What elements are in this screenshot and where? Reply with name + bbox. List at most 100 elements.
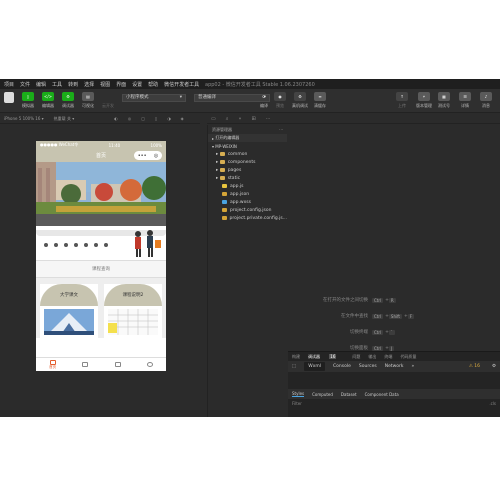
tree-item-pages[interactable]: ▸ pages — [216, 166, 287, 174]
tab-component-data[interactable]: Component Data — [365, 392, 399, 397]
tree-item-common[interactable]: ▸ common — [216, 150, 287, 158]
menu-devtools[interactable]: 微信开发者工具 — [164, 81, 199, 88]
menu-file[interactable]: 文件 — [20, 81, 30, 88]
debugger-label: 调试器 — [62, 103, 74, 108]
menu-goto[interactable]: 转到 — [68, 81, 78, 88]
tab-courses[interactable] — [82, 362, 89, 367]
indicator-dot[interactable] — [94, 243, 98, 247]
indicator-dot[interactable] — [54, 243, 58, 247]
tab-wxml[interactable]: Wxml — [304, 362, 326, 371]
tree-item-app-js[interactable]: app.js — [216, 182, 287, 190]
warning-badge[interactable]: ⚠ 16 — [469, 364, 488, 369]
project-root[interactable]: ▾ MP-WEIXIN — [208, 142, 287, 150]
tab-profile[interactable] — [146, 362, 153, 367]
editor-button[interactable]: </> 编辑器 — [42, 92, 54, 109]
tab-terminal[interactable]: 终端 — [384, 354, 392, 360]
compile-button[interactable]: ⟳ 编译 — [258, 92, 270, 109]
device-select[interactable]: iPhone 5 100% 16 ▾ — [4, 116, 44, 121]
message-button[interactable]: ♪ 消息 — [480, 92, 492, 109]
more-icon[interactable]: ⋯ — [279, 127, 283, 132]
sim-tool-icons[interactable]: ◐◎▢▯◑◈ — [114, 116, 194, 121]
tree-item-label: project.private.config.js... — [229, 215, 287, 221]
filter-input[interactable]: Filter — [292, 401, 302, 406]
tab-styles[interactable]: Styles — [292, 391, 305, 397]
indicator-dot[interactable] — [104, 243, 108, 247]
book-icon — [82, 362, 89, 367]
tab-dataset[interactable]: Dataset — [341, 392, 357, 397]
upload-button[interactable]: ↑ 上传 — [396, 92, 408, 109]
preview-button[interactable]: ◉ 预览 — [274, 92, 286, 109]
course-card-2[interactable]: 课程说明2 — [104, 284, 162, 338]
mode-select[interactable]: 小程序模式 ▾ — [122, 94, 186, 102]
tab-messages[interactable] — [114, 362, 121, 367]
shortcut-key: ` — [388, 329, 395, 335]
details-button[interactable]: ☰ 详情 — [459, 92, 471, 109]
debugger-button[interactable]: ⚙ 调试器 — [62, 92, 74, 109]
menu-view[interactable]: 视图 — [100, 81, 110, 88]
more-tabs-icon[interactable]: » — [412, 364, 415, 369]
simulator-button[interactable]: ▯ 模拟器 — [22, 92, 34, 109]
capsule-button[interactable]: ••• ◎ — [134, 151, 162, 160]
devtools-top-tabs: 构建 调试器 16 问题 输出 终端 代码质量 — [288, 352, 500, 361]
indicator-dot[interactable] — [84, 243, 88, 247]
tab-sources[interactable]: Sources — [359, 364, 377, 369]
tab-code-quality[interactable]: 代码质量 — [400, 354, 416, 360]
indicator-dot[interactable] — [44, 243, 48, 247]
mode-select-value: 小程序模式 — [126, 95, 149, 100]
tree-item-project-config[interactable]: project.config.json — [216, 206, 287, 214]
chat-icon — [114, 362, 121, 367]
campus-banner-image[interactable] — [36, 162, 166, 226]
menu-interface[interactable]: 界面 — [116, 81, 126, 88]
tab-network[interactable]: Network — [385, 364, 404, 369]
editor-label: 编辑器 — [42, 103, 54, 108]
more-icon[interactable]: ••• — [138, 153, 147, 159]
open-editors-group[interactable]: ▸ 打开的编辑器 — [208, 134, 287, 142]
menu-help[interactable]: 帮助 — [148, 81, 158, 88]
indicator-dot[interactable] — [64, 243, 68, 247]
tree-item-project-private-config[interactable]: project.private.config.js... — [216, 214, 287, 222]
menu-tools[interactable]: 工具 — [52, 81, 62, 88]
gear-icon[interactable]: ⚙ — [492, 364, 496, 369]
visual-button[interactable]: ▤ 可视化 — [82, 92, 94, 109]
real-debug-button[interactable]: ⚙ 真机调试 — [292, 92, 308, 109]
inspect-icon[interactable]: ⬚ — [292, 364, 296, 369]
menu-settings[interactable]: 设置 — [132, 81, 142, 88]
course-card-1[interactable]: 大学课文 — [40, 284, 98, 338]
hot-reload-select[interactable]: 热重载 关 ▾ — [54, 116, 75, 122]
tab-debugger[interactable]: 调试器 16 — [308, 353, 344, 360]
indicator-dot[interactable] — [74, 243, 78, 247]
test-account-button[interactable]: ▦ 测试号 — [438, 92, 450, 109]
real-debug-label: 真机调试 — [292, 103, 308, 108]
tab-debugger-label: 调试器 — [308, 353, 320, 359]
cls-toggle[interactable]: .cls — [489, 401, 496, 406]
tree-item-static[interactable]: ▸ static — [216, 174, 287, 182]
explorer-toolbar-icons[interactable]: ▭⌕⑂⊞⋯ — [207, 114, 500, 124]
tab-console[interactable]: Console — [333, 364, 351, 369]
menu-select[interactable]: 选择 — [84, 81, 94, 88]
card-title: 大学课文 — [60, 293, 78, 298]
tab-build[interactable]: 构建 — [292, 354, 300, 360]
avatar — [4, 92, 14, 103]
card-title: 课程说明2 — [122, 293, 144, 298]
tab-computed[interactable]: Computed — [312, 392, 333, 397]
open-editors-label: 打开的编辑器 — [215, 135, 240, 140]
menu-project[interactable]: 项目 — [4, 81, 14, 88]
menu-edit[interactable]: 编辑 — [36, 81, 46, 88]
close-icon[interactable]: ◎ — [154, 153, 158, 159]
tab-home[interactable]: 首页 — [49, 359, 56, 370]
branch-icon: ⑂ — [418, 92, 430, 101]
tree-item-components[interactable]: ▸ components — [216, 158, 287, 166]
course-query-section[interactable]: 课程查询 — [36, 260, 166, 278]
tree-item-app-wxss[interactable]: app.wxss — [216, 198, 287, 206]
version-button[interactable]: ⑂ 版本管理 — [416, 92, 432, 109]
clear-cache-button[interactable]: ≡ 清缓存 — [314, 92, 326, 109]
shortcut-switch-files: 在打开的文件之间切换 Ctrl + R — [288, 297, 398, 303]
cloud-button[interactable]: 云开发 — [102, 92, 114, 109]
tree-item-app-json[interactable]: app.json — [216, 190, 287, 198]
indicator-strip — [36, 226, 166, 260]
tab-problems[interactable]: 问题 — [352, 354, 360, 360]
shortcut-toggle-terminal: 切换终端 Ctrl + ` — [288, 329, 397, 335]
avatar-button[interactable] — [4, 92, 14, 103]
tab-output[interactable]: 输出 — [368, 354, 376, 360]
layout-icon: ▤ — [82, 92, 94, 101]
